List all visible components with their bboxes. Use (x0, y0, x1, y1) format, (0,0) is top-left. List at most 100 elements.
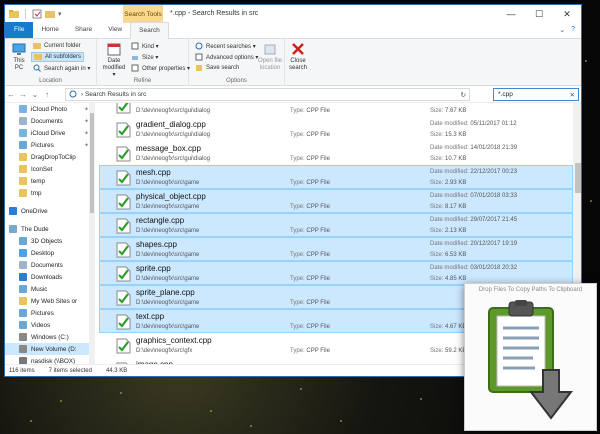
file-row[interactable]: mesh.cpp D:\dev\neogfx\src\game Type: CPP … (99, 165, 573, 189)
nav-item[interactable]: Windows (C:) (5, 331, 91, 343)
new-folder-icon[interactable] (45, 9, 55, 19)
file-path: D:\dev\neogfx\src\game (136, 180, 200, 186)
type-label: Type: (290, 252, 305, 258)
address-bar: ← → ⌄ ↑ › Search Results in src ↻ *.cpp … (5, 86, 581, 103)
nav-item-label: 3D Objects (31, 237, 63, 245)
nav-item[interactable]: Pictures ✦ (5, 139, 91, 151)
file-row[interactable]: shapes.cpp D:\dev\neogfx\src\game Type: CP… (99, 237, 573, 261)
file-type-value: CPP File (306, 228, 330, 234)
tab-home[interactable]: Home (33, 22, 66, 38)
documents-icon (19, 261, 27, 269)
nav-item[interactable]: iCloud Photo ✦ (5, 103, 91, 115)
size-label: Size: (430, 156, 444, 162)
file-path: D:\dev\neogfx\src\gui\dialog (136, 156, 211, 162)
minimize-button[interactable]: — (497, 5, 525, 23)
date-label: Date modified: (430, 121, 469, 127)
file-name: physical_object.cpp (136, 192, 206, 201)
drop-target-window[interactable]: Drop Files To Copy Paths To Clipboard (464, 283, 597, 431)
nav-item[interactable]: My Web Sites or (5, 295, 91, 307)
save-search-button[interactable]: Save search (195, 64, 239, 72)
recent-searches-button[interactable]: Recent searches ▾ (195, 42, 256, 50)
cpp-file-icon (116, 122, 131, 138)
file-size: Size: 10.7 KB (430, 156, 466, 162)
other-properties-button[interactable]: Other properties ▾ (131, 64, 190, 72)
refresh-icon[interactable]: ↻ (461, 91, 466, 99)
nav-item[interactable]: Videos (5, 319, 91, 331)
tab-share[interactable]: Share (67, 22, 100, 38)
nav-item[interactable]: iCloud Drive ✦ (5, 127, 91, 139)
date-label: Date modified: (430, 241, 469, 247)
help-icon[interactable]: ? (571, 26, 575, 34)
drive-icon (19, 345, 27, 353)
file-row[interactable]: physical_object.cpp D:\dev\neogfx\src\gam… (99, 189, 573, 213)
this-pc-button[interactable]: This PC (9, 42, 29, 72)
date-label: Date modified: (430, 145, 469, 151)
nav-item[interactable]: DragDropToClip (5, 151, 91, 163)
nav-item[interactable]: The Dude (5, 223, 91, 235)
file-path: D:\dev\neogfx\src\game (136, 228, 200, 234)
cpp-file-icon (116, 338, 131, 354)
file-list-scrollbar-thumb[interactable] (575, 163, 581, 193)
nav-item[interactable]: tmp (5, 187, 91, 199)
properties-icon[interactable] (32, 9, 42, 19)
file-type: Type: CPP File (290, 252, 330, 258)
current-folder-button[interactable]: Current folder (33, 42, 81, 50)
nav-item[interactable]: Downloads (5, 271, 91, 283)
type-label: Type: (290, 228, 305, 234)
size-button[interactable]: Size ▾ (131, 53, 158, 61)
close-button[interactable]: ✕ (553, 5, 581, 23)
close-search-button[interactable]: Close search (287, 42, 309, 72)
location-group-label: Location (39, 78, 62, 84)
file-row[interactable]: sprite.cpp D:\dev\neogfx\src\game Type: CP… (99, 261, 573, 285)
options-group-label: Options (226, 78, 247, 84)
file-size: Size: 8.17 KB (430, 204, 466, 210)
type-label: Type: (290, 324, 305, 330)
maximize-button[interactable]: ☐ (525, 5, 553, 23)
3d-objects-icon (19, 237, 27, 245)
file-row[interactable]: message_box.cpp D:\dev\neogfx\src\gui\dia… (99, 141, 573, 165)
nav-item-label: The Dude (21, 225, 49, 233)
nav-scrollbar[interactable] (89, 103, 95, 365)
nav-item[interactable]: temp (5, 175, 91, 187)
nav-item[interactable]: Documents (5, 259, 91, 271)
advanced-options-button[interactable]: Advanced options ▾ (195, 53, 258, 61)
nav-item-label: Pictures (31, 141, 54, 149)
nav-item[interactable]: Pictures (5, 307, 91, 319)
nav-item[interactable]: IconSet (5, 163, 91, 175)
clear-search-icon[interactable]: ✕ (570, 91, 575, 99)
file-row[interactable]: rectangle.cpp D:\dev\neogfx\src\game Type:… (99, 213, 573, 237)
item-count: 116 items (9, 367, 35, 374)
nav-item[interactable]: Music (5, 283, 91, 295)
all-subfolders-button[interactable]: All subfolders (31, 52, 85, 62)
file-type-value: CPP File (306, 276, 330, 282)
date-label: Date modified: (430, 169, 469, 175)
nav-item[interactable]: 3D Objects (5, 235, 91, 247)
nav-item[interactable]: New Volume (D: (5, 343, 91, 355)
address-field[interactable]: › Search Results in src ↻ (65, 88, 470, 101)
calendar-icon (107, 43, 121, 56)
back-button[interactable]: ← (5, 90, 17, 99)
recent-locations-button[interactable]: ⌄ (29, 90, 41, 99)
desktop-icon (19, 249, 27, 257)
nav-item[interactable]: Desktop (5, 247, 91, 259)
nav-item[interactable]: Documents ✦ (5, 115, 91, 127)
search-again-in-button[interactable]: Search again in ▾ (33, 64, 90, 72)
up-button[interactable]: ↑ (41, 90, 53, 99)
subfolders-icon (34, 54, 42, 60)
tab-file[interactable]: File (5, 22, 34, 38)
file-row[interactable]: gradient_dialog.cpp D:\dev\neogfx\src\gui… (99, 117, 573, 141)
kind-button[interactable]: Kind ▾ (131, 42, 159, 50)
file-row[interactable]: D:\dev\neogfx\src\gui\dialog Type: CPP Fi… (99, 103, 573, 117)
date-modified-button[interactable]: Date modified ▾ (101, 42, 127, 79)
nav-item[interactable]: OneDrive (5, 205, 91, 217)
selected-count: 7 items selected (48, 367, 92, 374)
open-file-location-button[interactable]: Open file location (257, 42, 283, 72)
type-label: Type: (290, 276, 305, 282)
nav-scrollbar-thumb[interactable] (90, 113, 94, 213)
qa-dropdown-icon[interactable]: ▾ (58, 10, 62, 18)
tab-search[interactable]: Search (130, 22, 169, 39)
tab-view[interactable]: View (100, 22, 130, 38)
forward-button[interactable]: → (17, 90, 29, 99)
search-input[interactable]: *.cpp ✕ (493, 88, 579, 101)
chevron-down-icon[interactable]: ⌄ (559, 26, 565, 34)
